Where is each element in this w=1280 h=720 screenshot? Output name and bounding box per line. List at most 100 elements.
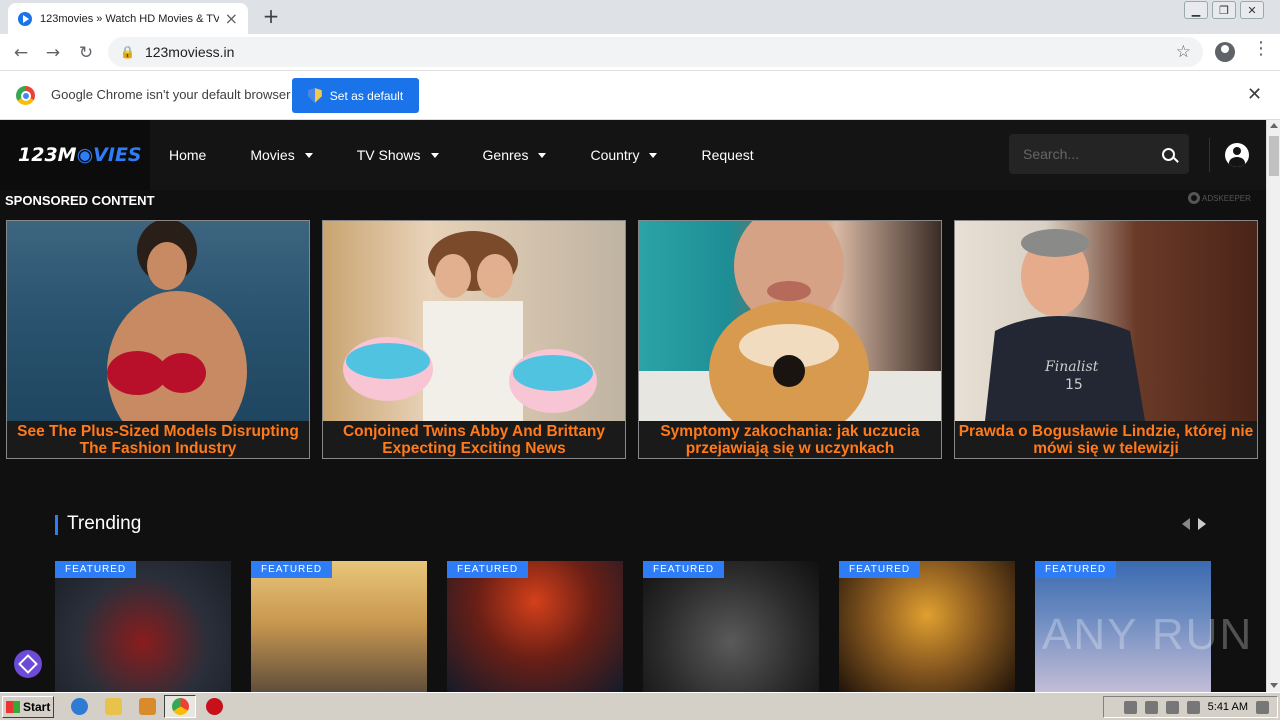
close-window-button[interactable]: ✕ bbox=[1240, 1, 1264, 19]
movie-poster[interactable]: FEATURED bbox=[839, 561, 1015, 692]
logo-text-suffix: VIES bbox=[93, 144, 142, 166]
featured-badge: FEATURED bbox=[1035, 561, 1117, 578]
tab-close-icon[interactable]: × bbox=[225, 10, 238, 27]
sponsored-title: SPONSORED CONTENT bbox=[5, 193, 155, 208]
sponsored-card[interactable]: Finalist 15 Prawda o Bogusławie Lindzie,… bbox=[954, 220, 1258, 459]
caret-down-icon bbox=[538, 152, 547, 158]
bookmark-star-icon[interactable]: ☆ bbox=[1176, 42, 1191, 62]
forward-icon[interactable]: → bbox=[40, 40, 66, 66]
scroll-down-icon[interactable] bbox=[1270, 683, 1278, 688]
clock[interactable]: 5:41 AM bbox=[1208, 701, 1248, 713]
movie-poster[interactable]: FEATURED bbox=[251, 561, 427, 692]
nav-request-label: Request bbox=[701, 147, 754, 163]
nav-movies-label: Movies bbox=[250, 147, 295, 163]
tab-title: 123movies » Watch HD Movies & TV bbox=[40, 12, 219, 25]
tray-expand-icon[interactable] bbox=[1123, 700, 1137, 714]
system-tray: 5:41 AM bbox=[1103, 696, 1278, 718]
movie-poster[interactable]: FEATURED bbox=[447, 561, 623, 692]
url-text[interactable]: 123moviess.in bbox=[145, 44, 1176, 60]
windows-flag-icon bbox=[6, 701, 20, 713]
user-account-icon[interactable] bbox=[1225, 143, 1249, 167]
show-desktop-icon[interactable] bbox=[1256, 700, 1269, 714]
menu-kebab-icon[interactable]: ⋮ bbox=[1252, 40, 1270, 58]
chrome-taskbar-icon[interactable] bbox=[172, 698, 189, 715]
movie-poster[interactable]: FEATURED bbox=[55, 561, 231, 692]
sponsored-caption: Symptomy zakochania: jak uczucia przejaw… bbox=[660, 422, 920, 457]
logo-o-icon: ◉ bbox=[76, 144, 94, 166]
nav-country[interactable]: Country bbox=[590, 147, 658, 163]
tab-strip: 123movies » Watch HD Movies & TV × + ▁ ❐… bbox=[0, 0, 1280, 34]
arrow-right-icon[interactable] bbox=[1198, 518, 1206, 530]
back-icon[interactable]: ← bbox=[8, 40, 34, 66]
sponsored-caption: Conjoined Twins Abby And Brittany Expect… bbox=[342, 422, 606, 457]
nav-home-label: Home bbox=[169, 147, 207, 163]
infobar-message: Google Chrome isn't your default browser bbox=[51, 87, 291, 102]
nav-home[interactable]: Home bbox=[169, 147, 206, 163]
set-as-default-button[interactable]: Set as default bbox=[292, 78, 419, 113]
site-body: 123M◉VIES Home Movies TV Shows Genres Co… bbox=[0, 120, 1266, 692]
logo-text-prefix: 123M bbox=[18, 144, 77, 166]
search-box bbox=[1009, 134, 1189, 174]
trending-accent-bar bbox=[55, 515, 58, 535]
sponsored-image: Finalist 15 bbox=[955, 221, 1257, 421]
nav-genres[interactable]: Genres bbox=[483, 147, 547, 163]
sponsored-caption: Prawda o Bogusławie Lindzie, której nie … bbox=[958, 422, 1254, 457]
flag-icon[interactable] bbox=[1186, 700, 1200, 714]
browser-tab[interactable]: 123movies » Watch HD Movies & TV × bbox=[8, 3, 248, 34]
nav-genres-label: Genres bbox=[482, 147, 529, 163]
sponsored-image bbox=[639, 221, 941, 421]
new-tab-button[interactable]: + bbox=[260, 4, 282, 28]
restore-button[interactable]: ❐ bbox=[1212, 1, 1236, 19]
windows-taskbar: Start 5:41 AM bbox=[0, 692, 1280, 720]
ie-icon[interactable] bbox=[71, 698, 88, 715]
caret-down-icon bbox=[649, 152, 658, 158]
address-bar[interactable]: 🔒 123moviess.in ☆ bbox=[108, 37, 1203, 67]
svg-text:15: 15 bbox=[1065, 377, 1083, 393]
start-button[interactable]: Start bbox=[2, 696, 54, 718]
minimize-button[interactable]: ▁ bbox=[1184, 1, 1208, 19]
sponsored-card[interactable]: Conjoined Twins Abby And Brittany Expect… bbox=[322, 220, 626, 459]
search-icon[interactable] bbox=[1162, 147, 1175, 161]
alert-app-icon[interactable] bbox=[206, 698, 223, 715]
caret-down-icon bbox=[430, 152, 439, 158]
site-logo[interactable]: 123M◉VIES bbox=[0, 120, 150, 190]
sponsored-caption: See The Plus-Sized Models Disrupting The… bbox=[17, 422, 299, 457]
folder-icon[interactable] bbox=[105, 698, 122, 715]
reload-icon[interactable]: ↻ bbox=[73, 40, 99, 66]
adskeeper-icon bbox=[1188, 192, 1200, 204]
vertical-scrollbar[interactable] bbox=[1266, 120, 1280, 692]
scroll-thumb[interactable] bbox=[1269, 136, 1279, 176]
nav-request[interactable]: Request bbox=[701, 147, 753, 163]
featured-badge: FEATURED bbox=[839, 561, 921, 578]
nav-movies[interactable]: Movies bbox=[250, 147, 313, 163]
adskeeper-logo[interactable]: ADSKEEPER bbox=[1188, 192, 1251, 204]
chrome-logo-icon bbox=[16, 86, 35, 105]
sponsored-card[interactable]: Symptomy zakochania: jak uczucia przejaw… bbox=[638, 220, 942, 459]
infobar-close-icon[interactable]: ✕ bbox=[1247, 84, 1262, 105]
search-input[interactable] bbox=[1023, 146, 1162, 162]
arrow-left-icon[interactable] bbox=[1182, 518, 1190, 530]
lock-icon: 🔒 bbox=[120, 45, 135, 59]
main-nav: Home Movies TV Shows Genres Country Requ… bbox=[169, 120, 798, 190]
sponsored-image bbox=[323, 221, 625, 421]
adskeeper-label: ADSKEEPER bbox=[1202, 193, 1251, 203]
profile-icon[interactable] bbox=[1215, 42, 1235, 62]
movie-poster[interactable]: FEATURED bbox=[643, 561, 819, 692]
volume-icon[interactable] bbox=[1144, 700, 1158, 714]
trending-arrows bbox=[1182, 518, 1206, 530]
window-controls: ▁ ❐ ✕ bbox=[1180, 0, 1264, 19]
nav-tv-shows[interactable]: TV Shows bbox=[357, 147, 439, 163]
featured-badge: FEATURED bbox=[447, 561, 529, 578]
uac-shield-icon bbox=[307, 88, 322, 103]
header-divider bbox=[1209, 138, 1210, 172]
chat-widget-icon[interactable] bbox=[14, 650, 42, 678]
nav-country-label: Country bbox=[590, 147, 640, 163]
site-header: 123M◉VIES Home Movies TV Shows Genres Co… bbox=[0, 120, 1266, 190]
media-player-icon[interactable] bbox=[139, 698, 156, 715]
network-icon[interactable] bbox=[1165, 700, 1179, 714]
scroll-up-icon[interactable] bbox=[1270, 123, 1278, 128]
anyrun-watermark: ANY RUN bbox=[1042, 610, 1254, 659]
trending-title: Trending bbox=[67, 513, 142, 534]
svg-text:Finalist: Finalist bbox=[1044, 359, 1099, 375]
sponsored-card[interactable]: See The Plus-Sized Models Disrupting The… bbox=[6, 220, 310, 459]
